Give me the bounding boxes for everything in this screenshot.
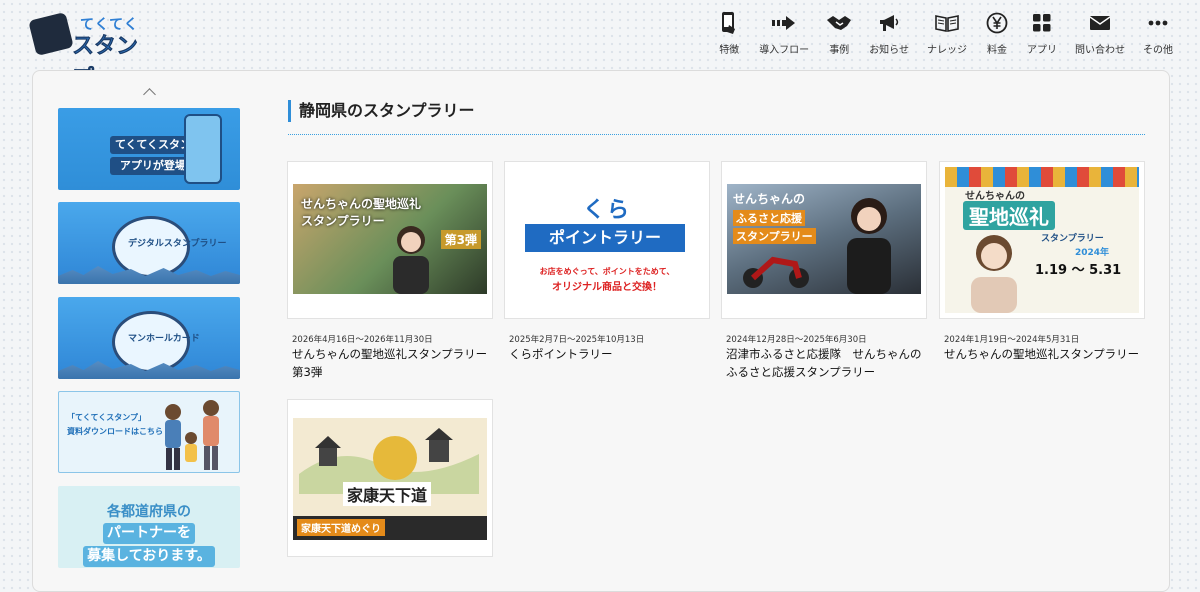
phone-icon — [184, 114, 222, 184]
nav-item-knowledge[interactable]: ナレッジ — [918, 10, 976, 56]
card-thumbnail: くら ポイントラリー お店をめぐって、ポイントをためて、 オリジナル商品と交換！ — [504, 161, 710, 319]
card-title[interactable]: せんちゃんの聖地巡礼スタンプラリー — [944, 345, 1144, 363]
nav-label: 導入フロー — [759, 45, 810, 56]
artwork-subtitle: 家康天下道めぐり — [297, 519, 385, 536]
nav-item-news[interactable]: お知らせ — [860, 10, 918, 56]
nav-item-pricing[interactable]: 料金 — [976, 10, 1018, 56]
banner-manhole-card[interactable]: マンホールカード — [58, 297, 240, 379]
artwork-text: スタンプラリー — [733, 228, 816, 244]
banner-text: 「てくてくスタンプ」 — [67, 413, 147, 422]
family-illustration-icon — [165, 400, 219, 470]
card-date: 2024年1月19日〜2024年5月31日 — [944, 335, 1080, 345]
nav-label: 料金 — [987, 45, 1007, 56]
book-icon — [935, 10, 959, 36]
nav-label: 事例 — [829, 45, 850, 56]
nav-label: その他 — [1143, 45, 1173, 56]
site-logo[interactable]: てくてく スタンプ — [28, 11, 154, 91]
artwork-text: せんちゃんの — [965, 191, 1025, 202]
more-dots-icon — [1146, 10, 1170, 36]
card-artwork: せんちゃんの聖地巡礼スタンプラリー 第3弾 — [293, 184, 487, 294]
artwork-title: 家康天下道 — [343, 482, 432, 506]
card-date: 2024年12月28日〜2025年6月30日 — [726, 335, 867, 345]
card-artwork: せんちゃんの ふるさと応援 スタンプラリー — [727, 184, 921, 294]
banner-digital-stamp-rally[interactable]: デジタルスタンプラリー — [58, 202, 240, 284]
card-artwork: 家康天下道 家康天下道めぐり — [293, 418, 487, 540]
kura-rally-title: ポイントラリー — [525, 224, 685, 252]
nav-item-flow[interactable]: 導入フロー — [750, 10, 818, 56]
phone-hand-icon — [717, 10, 741, 36]
banner-text: 資料ダウンロードはこちら — [67, 427, 163, 436]
banner-partner-recruit[interactable]: 各都道府県の パートナーを 募集しております。 — [58, 486, 240, 568]
person-illustration-icon — [847, 198, 891, 294]
banner-app-launch[interactable]: てくてくスタンプ アプリが登場！ — [58, 108, 240, 190]
card-date: 2025年2月7日〜2025年10月13日 — [509, 335, 645, 345]
person-illustration-icon — [393, 226, 429, 294]
artwork-text: 聖地巡礼 — [963, 201, 1055, 230]
banner-document-download[interactable]: 「てくてくスタンプ」 資料ダウンロードはこちら — [58, 391, 240, 473]
banner-text: 各都道府県の — [107, 504, 191, 520]
main-nav: 特徴 導入フロー 事例 お知らせ ナレッジ 料金 アプリ 問い合わせ その他 — [708, 10, 1182, 56]
section-title: 静岡県のスタンプラリー — [288, 100, 475, 122]
artwork-badge: 第3弾 — [440, 230, 481, 249]
card-thumbnail: せんちゃんの 聖地巡礼 スタンプラリー 2024年 1.19 ～ 5.31 — [939, 161, 1145, 319]
banner-text: デジタルスタンプラリー — [128, 239, 227, 249]
card-thumbnail: せんちゃんの聖地巡礼スタンプラリー 第3弾 — [287, 161, 493, 319]
nav-item-app[interactable]: アプリ — [1018, 10, 1066, 56]
nav-label: 特徴 — [719, 45, 740, 56]
mail-icon — [1088, 10, 1112, 36]
logo-stamp-icon — [28, 11, 74, 57]
kura-subtext: オリジナル商品と交換！ — [552, 282, 662, 293]
banner-text: パートナーを — [103, 523, 195, 544]
decorative-pattern — [945, 167, 1139, 187]
kura-subtext: お店をめぐって、ポイントをためて、 — [539, 267, 675, 276]
artwork-text: 1.19 ～ 5.31 — [1035, 263, 1122, 278]
card-title[interactable]: 沼津市ふるさと応援隊 せんちゃんのふるさと応援スタンプラリー — [726, 345, 926, 381]
card-title[interactable]: せんちゃんの聖地巡礼スタンプラリー第3弾 — [292, 345, 492, 381]
artwork-text: 2024年 — [1075, 248, 1110, 258]
kura-logo: くら — [582, 198, 631, 223]
nav-label: アプリ — [1027, 45, 1057, 56]
nav-item-more[interactable]: その他 — [1134, 10, 1182, 56]
nav-label: 問い合わせ — [1075, 45, 1125, 56]
section-divider — [288, 134, 1145, 135]
nav-item-cases[interactable]: 事例 — [818, 10, 860, 56]
banner-text: 募集しております。 — [83, 546, 215, 567]
card-thumbnail: 家康天下道 家康天下道めぐり — [287, 399, 493, 557]
nav-label: お知らせ — [869, 45, 909, 56]
motorcycle-icon — [743, 256, 809, 288]
banner-text: マンホールカード — [128, 334, 200, 344]
artwork-text: せんちゃんの — [733, 192, 806, 206]
person-illustration-icon — [971, 235, 1017, 313]
artwork-text: スタンプラリー — [1041, 234, 1104, 244]
yen-icon — [985, 10, 1009, 36]
apps-grid-icon — [1030, 10, 1054, 36]
handshake-icon — [827, 10, 852, 36]
card-artwork: せんちゃんの 聖地巡礼 スタンプラリー 2024年 1.19 ～ 5.31 — [945, 167, 1139, 313]
flow-arrow-icon — [772, 10, 796, 36]
card-thumbnail: せんちゃんの ふるさと応援 スタンプラリー — [721, 161, 927, 319]
card-date: 2026年4月16日〜2026年11月30日 — [292, 335, 433, 345]
artwork-text: ふるさと応援 — [733, 210, 805, 226]
megaphone-icon — [877, 10, 901, 36]
card-title[interactable]: くらポイントラリー — [509, 345, 709, 363]
nav-item-features[interactable]: 特徴 — [708, 10, 750, 56]
nav-item-contact[interactable]: 問い合わせ — [1066, 10, 1134, 56]
nav-label: ナレッジ — [927, 45, 967, 56]
